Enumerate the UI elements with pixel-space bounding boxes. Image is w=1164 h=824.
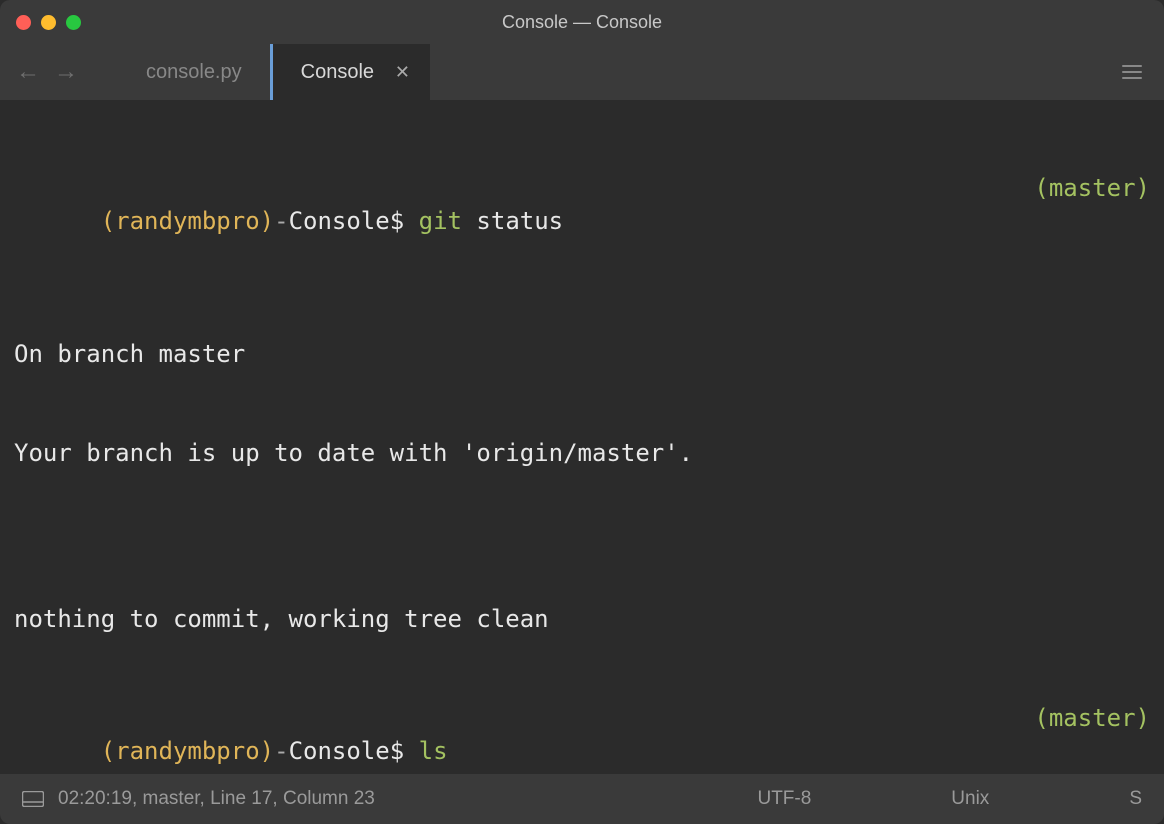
status-syntax[interactable]: S: [1129, 788, 1142, 810]
branch-indicator: (master): [1034, 702, 1150, 774]
traffic-lights: [16, 15, 81, 30]
command-git-args: status: [462, 207, 563, 235]
output-line: On branch master: [14, 338, 1150, 371]
command-git: git: [419, 207, 462, 235]
tab-label: console.py: [146, 61, 242, 84]
minimize-window-button[interactable]: [41, 15, 56, 30]
branch-indicator: (master): [1034, 172, 1150, 271]
output-line: nothing to commit, working tree clean: [14, 603, 1150, 636]
titlebar: Console — Console: [0, 0, 1164, 44]
statusbar: 02:20:19, master, Line 17, Column 23 UTF…: [0, 774, 1164, 824]
output-line: Your branch is up to date with 'origin/m…: [14, 437, 1150, 470]
nav-back-button[interactable]: ←: [16, 60, 40, 84]
close-window-button[interactable]: [16, 15, 31, 30]
prompt-lparen: (: [101, 207, 115, 235]
command-ls: ls: [419, 737, 448, 765]
maximize-window-button[interactable]: [66, 15, 81, 30]
status-info[interactable]: 02:20:19, master, Line 17, Column 23: [58, 788, 757, 810]
terminal-view[interactable]: (randymbpro)-Console$ git status (master…: [0, 100, 1164, 774]
tab-console[interactable]: Console ✕: [270, 44, 430, 100]
window-title: Console — Console: [502, 12, 662, 33]
tabbar: ← → console.py Console ✕: [0, 44, 1164, 100]
panel-icon[interactable]: [22, 791, 44, 807]
prompt-dash: -: [274, 207, 288, 235]
close-tab-button[interactable]: ✕: [395, 62, 410, 83]
status-line-ending[interactable]: Unix: [951, 788, 989, 810]
nav-forward-button[interactable]: →: [54, 60, 78, 84]
prompt-dollar: $: [390, 207, 419, 235]
hamburger-menu-icon[interactable]: [1122, 65, 1142, 79]
tab-label: Console: [301, 61, 374, 84]
nav-arrows: ← →: [16, 60, 78, 84]
prompt-line: (randymbpro)-Console$ ls (master): [14, 702, 1150, 774]
status-encoding[interactable]: UTF-8: [757, 788, 811, 810]
prompt-host: randymbpro: [115, 207, 260, 235]
prompt-dir: Console: [289, 207, 390, 235]
prompt-line: (randymbpro)-Console$ git status (master…: [14, 172, 1150, 271]
tabs: console.py Console ✕: [118, 44, 430, 100]
tab-console-py[interactable]: console.py: [118, 44, 270, 100]
prompt-rparen: ): [260, 207, 274, 235]
